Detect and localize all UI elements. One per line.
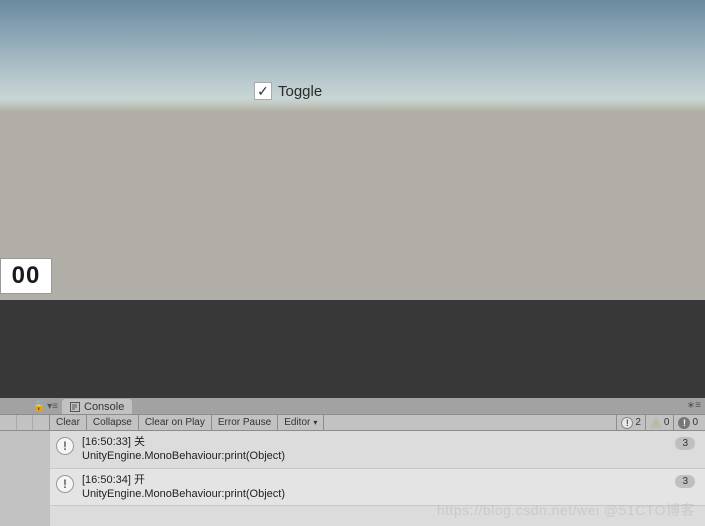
left-gutter bbox=[0, 431, 50, 526]
number-value: 00 bbox=[12, 262, 41, 290]
editor-dropdown[interactable]: Editor bbox=[278, 415, 324, 430]
log-list[interactable]: ! [16:50:33] 关 UnityEngine.MonoBehaviour… bbox=[50, 431, 705, 526]
console-icon bbox=[70, 402, 80, 412]
warn-count[interactable]: 0 bbox=[645, 415, 674, 430]
toolbar-counts: ! 2 0 ! 0 bbox=[616, 415, 702, 430]
log-text: [16:50:34] 开 UnityEngine.MonoBehaviour:p… bbox=[82, 473, 285, 502]
toggle-checkbox[interactable]: ✓ bbox=[254, 82, 272, 100]
error-count[interactable]: ! 0 bbox=[673, 415, 702, 430]
mini-button-3[interactable] bbox=[33, 415, 49, 430]
log-count-badge: 3 bbox=[675, 437, 695, 450]
mini-button-1[interactable] bbox=[0, 415, 17, 430]
info-icon: ! bbox=[621, 417, 633, 429]
mini-button-2[interactable] bbox=[17, 415, 34, 430]
empty-panel bbox=[0, 300, 705, 400]
info-icon: ! bbox=[56, 475, 74, 493]
collapse-button[interactable]: Collapse bbox=[87, 415, 139, 430]
tab-label: Console bbox=[84, 401, 124, 413]
log-text: [16:50:33] 关 UnityEngine.MonoBehaviour:p… bbox=[82, 435, 285, 464]
menu-icon[interactable]: ▾≡ bbox=[47, 401, 58, 412]
game-view: ✓ Toggle 00 bbox=[0, 0, 705, 300]
number-display: 00 bbox=[0, 258, 52, 294]
log-line-2: UnityEngine.MonoBehaviour:print(Object) bbox=[82, 487, 285, 501]
ground bbox=[0, 105, 705, 300]
warning-icon bbox=[650, 417, 662, 428]
clear-on-play-button[interactable]: Clear on Play bbox=[139, 415, 212, 430]
error-pause-button[interactable]: Error Pause bbox=[212, 415, 278, 430]
console-toolbar: Clear Collapse Clear on Play Error Pause… bbox=[0, 414, 705, 431]
lock-icon[interactable]: 🔒 bbox=[33, 401, 45, 412]
toggle-control[interactable]: ✓ Toggle bbox=[254, 82, 322, 100]
log-line-1: [16:50:34] 开 bbox=[82, 473, 285, 487]
log-entry[interactable]: ! [16:50:34] 开 UnityEngine.MonoBehaviour… bbox=[50, 469, 705, 507]
toolbar-leftpad bbox=[0, 415, 50, 430]
check-icon: ✓ bbox=[257, 84, 269, 98]
sky bbox=[0, 0, 705, 105]
info-count[interactable]: ! 2 bbox=[616, 415, 645, 430]
info-icon: ! bbox=[56, 437, 74, 455]
log-line-1: [16:50:33] 关 bbox=[82, 435, 285, 449]
tab-console[interactable]: Console bbox=[62, 399, 132, 414]
log-entry[interactable]: ! [16:50:33] 关 UnityEngine.MonoBehaviour… bbox=[50, 431, 705, 469]
panel-menu-icon[interactable]: ∗≡ bbox=[687, 400, 701, 411]
error-icon: ! bbox=[678, 417, 690, 429]
warn-count-value: 0 bbox=[664, 417, 670, 428]
tab-options[interactable]: 🔒 ▾≡ bbox=[0, 398, 62, 414]
horizon bbox=[0, 98, 705, 112]
toggle-label: Toggle bbox=[278, 83, 322, 100]
log-line-2: UnityEngine.MonoBehaviour:print(Object) bbox=[82, 449, 285, 463]
tab-bar: 🔒 ▾≡ Console ∗≡ bbox=[0, 398, 705, 414]
error-count-value: 0 bbox=[692, 417, 698, 428]
log-count-badge: 3 bbox=[675, 475, 695, 488]
info-count-value: 2 bbox=[635, 417, 641, 428]
console-panel: 🔒 ▾≡ Console ∗≡ Clear Collapse Clear on … bbox=[0, 398, 705, 526]
clear-button[interactable]: Clear bbox=[50, 415, 87, 430]
